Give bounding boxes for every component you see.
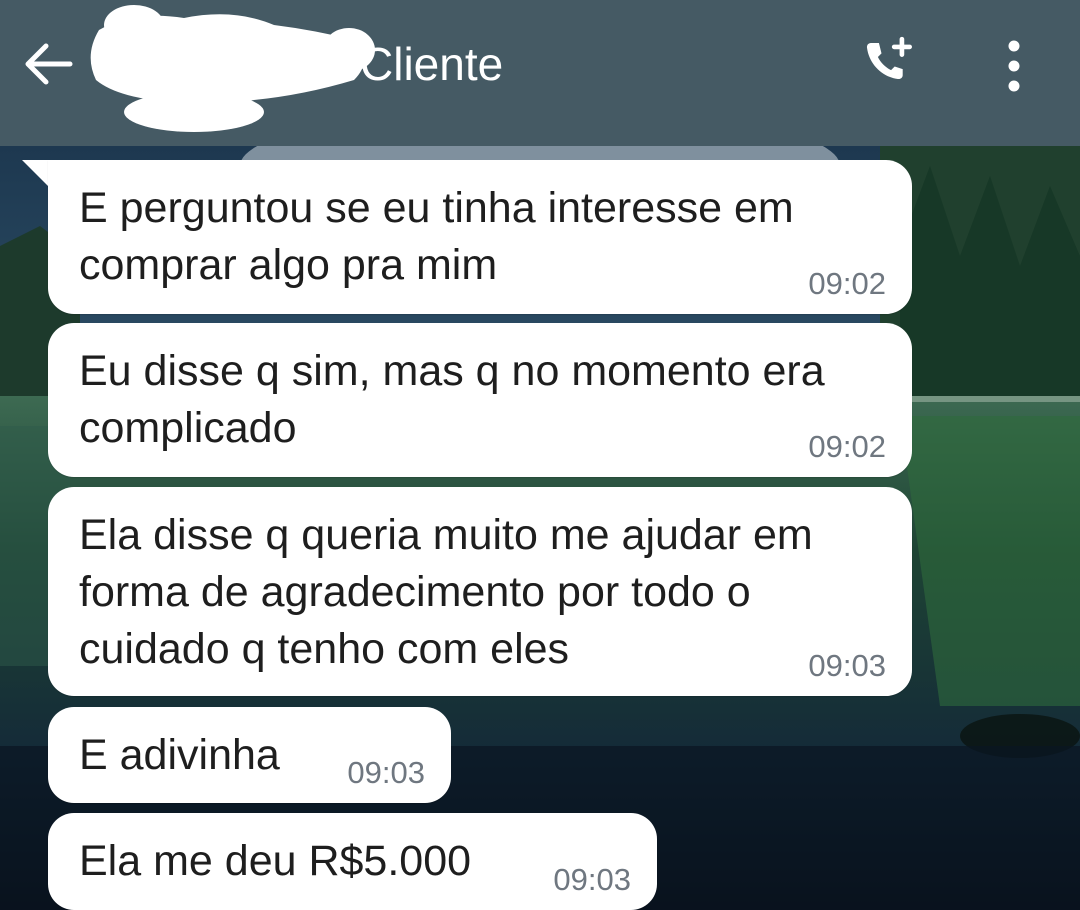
message-timestamp: 09:03 <box>553 862 631 897</box>
incoming-message-bubble[interactable]: Eu disse q sim, mas q no momento era com… <box>48 323 912 477</box>
back-arrow-icon[interactable] <box>20 38 76 90</box>
incoming-message-bubble[interactable]: Ela disse q queria muito me ajudar em fo… <box>48 487 912 696</box>
contact-name[interactable]: Cliente <box>360 36 503 92</box>
redacted-name-scribble <box>74 0 394 135</box>
incoming-message-bubble[interactable]: E perguntou se eu tinha interesse em com… <box>48 160 912 314</box>
message-timestamp: 09:02 <box>808 429 886 464</box>
message-timestamp: 09:02 <box>808 266 886 301</box>
message-text: Ela me deu R$5.000 <box>79 837 472 885</box>
message-text: E perguntou se eu tinha interesse em com… <box>79 184 794 289</box>
message-timestamp: 09:03 <box>808 648 886 683</box>
message-text: Ela disse q queria muito me ajudar em fo… <box>79 511 813 673</box>
add-call-icon[interactable] <box>856 34 922 96</box>
message-text: Eu disse q sim, mas q no momento era com… <box>79 347 825 452</box>
incoming-message-bubble[interactable]: E adivinha 09:03 <box>48 707 451 803</box>
more-options-icon[interactable] <box>994 36 1034 96</box>
chat-header: Cliente <box>0 0 1080 146</box>
incoming-message-bubble[interactable]: Ela me deu R$5.000 09:03 <box>48 813 657 910</box>
message-timestamp: 09:03 <box>347 755 425 790</box>
